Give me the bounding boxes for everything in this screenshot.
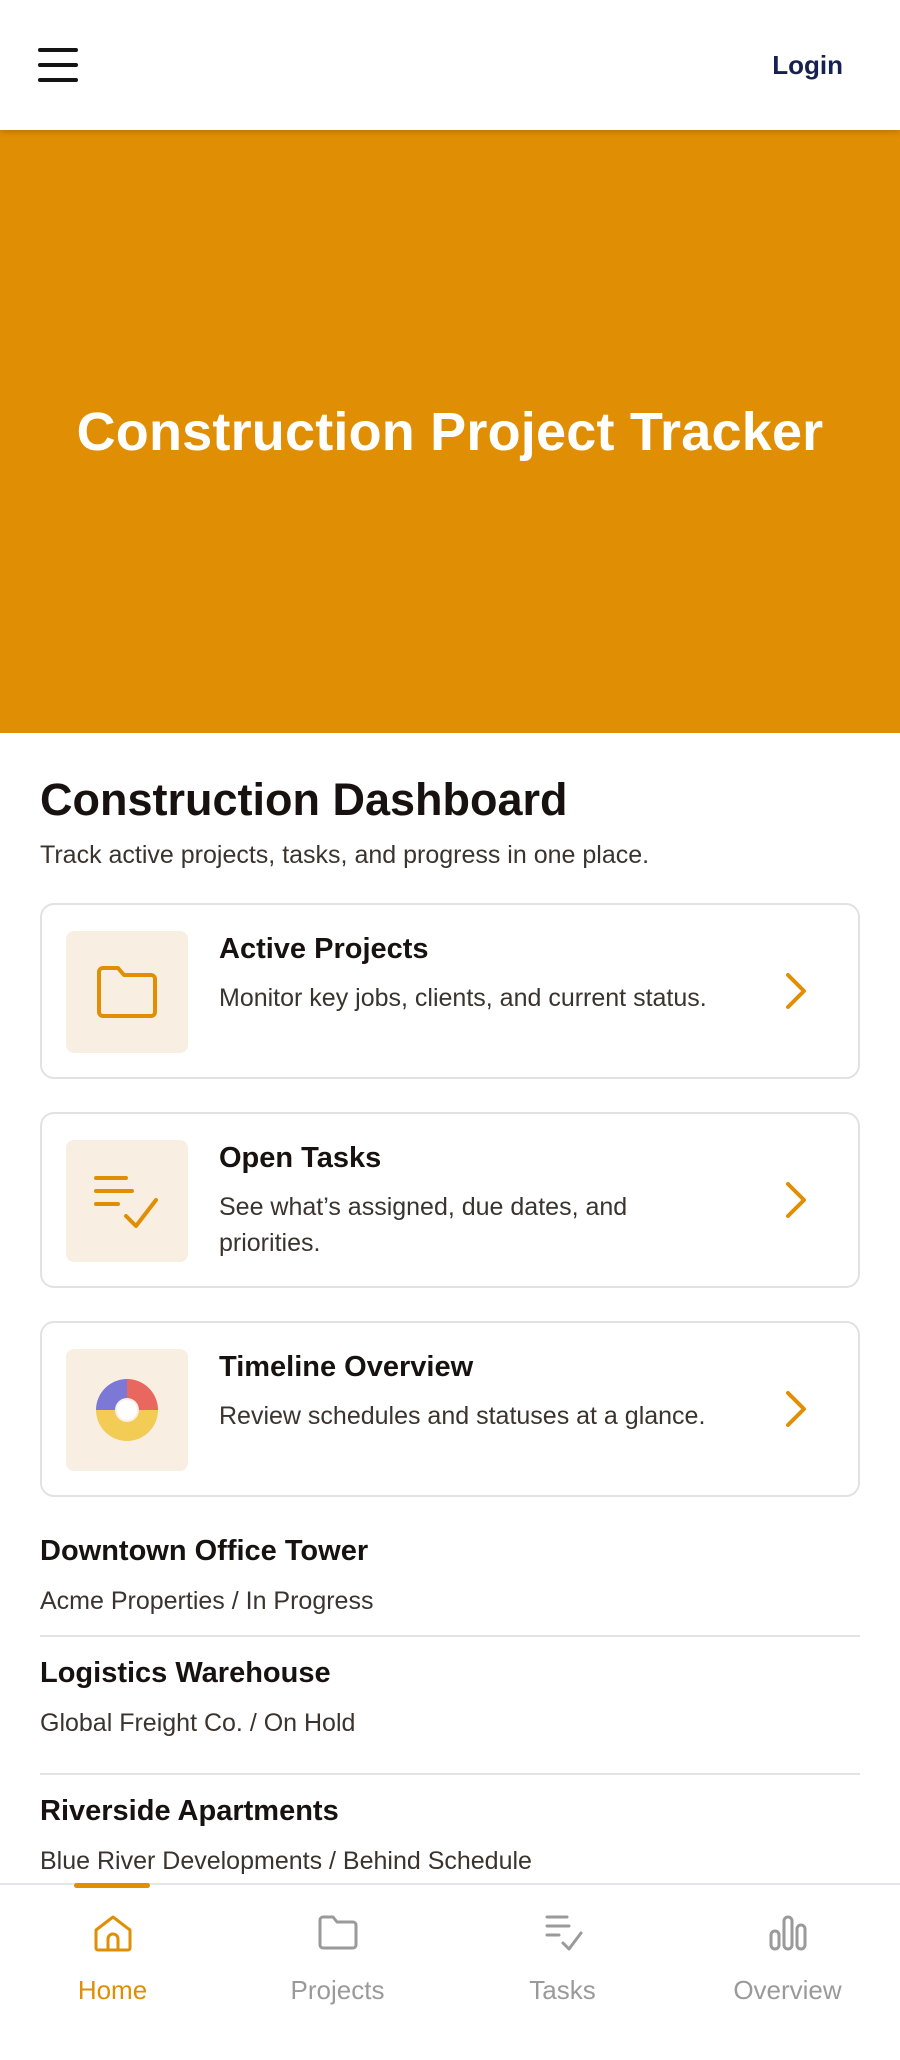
card-title: Timeline Overview	[219, 1350, 474, 1383]
app-root: Login Construction Project Tracker Const…	[0, 0, 900, 2060]
card-description: Review schedules and statuses at a glanc…	[219, 1401, 706, 1430]
nav-label: Tasks	[529, 1975, 596, 2005]
card-description: See what’s assigned, due dates, and prio…	[219, 1192, 628, 1257]
hero-title: Construction Project Tracker	[76, 401, 824, 462]
nav-label: Projects	[290, 1975, 385, 2005]
page-subtitle: Track active projects, tasks, and progre…	[40, 840, 650, 869]
home-icon	[94, 1915, 131, 1952]
nav-item-overview[interactable]: Overview	[675, 1885, 900, 2060]
top-bar: Login	[0, 0, 900, 130]
checklist-icon	[94, 1175, 158, 1228]
nav-label: Overview	[733, 1975, 842, 2005]
folder-icon	[97, 965, 157, 1018]
card-active-projects[interactable]: Active Projects Monitor key jobs, client…	[40, 902, 860, 1079]
card-description: Monitor key jobs, clients, and current s…	[219, 983, 707, 1012]
card-open-tasks[interactable]: Open Tasks See what’s assigned, due date…	[40, 1111, 860, 1288]
project-list-item[interactable]: Logistics Warehouse Global Freight Co. /…	[40, 1637, 860, 1775]
donut-chart-icon	[96, 1378, 158, 1441]
nav-item-home[interactable]: Home	[0, 1883, 225, 2060]
project-meta: Acme Properties / In Progress	[40, 1586, 374, 1615]
nav-item-tasks[interactable]: Tasks	[450, 1885, 675, 2060]
page-title: Construction Dashboard	[40, 774, 568, 825]
card-icon-container	[66, 1348, 188, 1471]
login-link[interactable]: Login	[772, 50, 843, 81]
chevron-right-icon	[786, 1390, 806, 1427]
project-meta: Blue River Developments / Behind Schedul…	[40, 1846, 532, 1875]
project-meta: Global Freight Co. / On Hold	[40, 1708, 356, 1737]
card-timeline-overview[interactable]: Timeline Overview Review schedules and s…	[40, 1320, 860, 1497]
project-name: Downtown Office Tower	[40, 1534, 369, 1567]
project-name: Riverside Apartments	[40, 1794, 339, 1827]
card-title: Open Tasks	[219, 1141, 382, 1174]
main-content: Construction Dashboard Track active proj…	[40, 733, 860, 1913]
card-icon-container	[66, 1139, 188, 1262]
project-name: Logistics Warehouse	[40, 1656, 331, 1689]
nav-item-projects[interactable]: Projects	[225, 1885, 450, 2060]
project-list-item[interactable]: Downtown Office Tower Acme Properties / …	[40, 1519, 860, 1637]
chevron-right-icon	[786, 972, 806, 1009]
bottom-nav: Home Projects Tasks Overview	[0, 1883, 900, 2060]
active-tab-indicator	[74, 1883, 150, 1888]
hamburger-menu-icon[interactable]	[38, 48, 78, 82]
tasks-icon	[545, 1915, 582, 1951]
nav-label: Home	[77, 1975, 148, 2005]
chevron-right-icon	[786, 1181, 806, 1218]
folder-icon	[318, 1915, 357, 1950]
bar-chart-icon	[769, 1915, 806, 1951]
card-title: Active Projects	[219, 932, 429, 965]
card-icon-container	[66, 930, 188, 1053]
hero-banner: Construction Project Tracker	[0, 130, 900, 733]
